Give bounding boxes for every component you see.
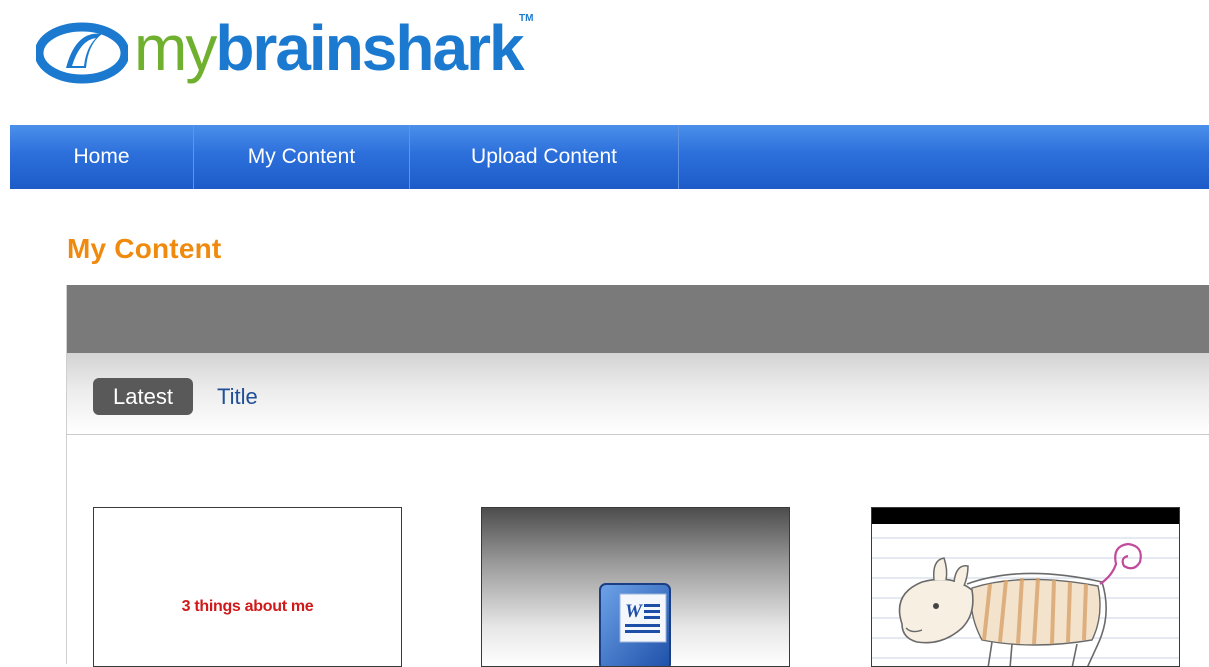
brainshark-logo[interactable]: mybrainshark TM: [36, 8, 556, 88]
sort-title-link[interactable]: Title: [217, 378, 258, 415]
panel-header: [67, 285, 1209, 353]
logo-brainshark-text: brainshark: [215, 12, 524, 84]
sort-latest-button[interactable]: Latest: [93, 378, 193, 415]
svg-text:W: W: [625, 601, 643, 622]
nav-my-content[interactable]: My Content: [194, 125, 410, 189]
nav-home[interactable]: Home: [10, 125, 194, 189]
thumbnail-caption: 3 things about me: [181, 598, 314, 615]
content-thumbnail-3[interactable]: [871, 507, 1180, 667]
sort-bar: Latest Title: [67, 353, 1209, 435]
page-title: My Content: [67, 233, 222, 264]
trademark-symbol: TM: [519, 13, 534, 24]
logo-my-text: my: [134, 12, 217, 84]
zebra-drawing-image: [872, 537, 1179, 666]
shark-fin-logo-icon: [36, 22, 128, 84]
word-document-icon: W: [599, 583, 671, 666]
nav-upload-content[interactable]: Upload Content: [410, 125, 679, 189]
content-thumbnail-1[interactable]: 3 things about me: [93, 507, 402, 667]
main-nav-bar: Home My Content Upload Content: [10, 125, 1209, 189]
content-panel: Latest Title 3 things about me W: [66, 285, 1209, 667]
logo-wordmark: mybrainshark: [134, 8, 525, 88]
thumbnail-top-bar: [872, 508, 1179, 524]
content-thumbnail-2[interactable]: W: [481, 507, 790, 667]
